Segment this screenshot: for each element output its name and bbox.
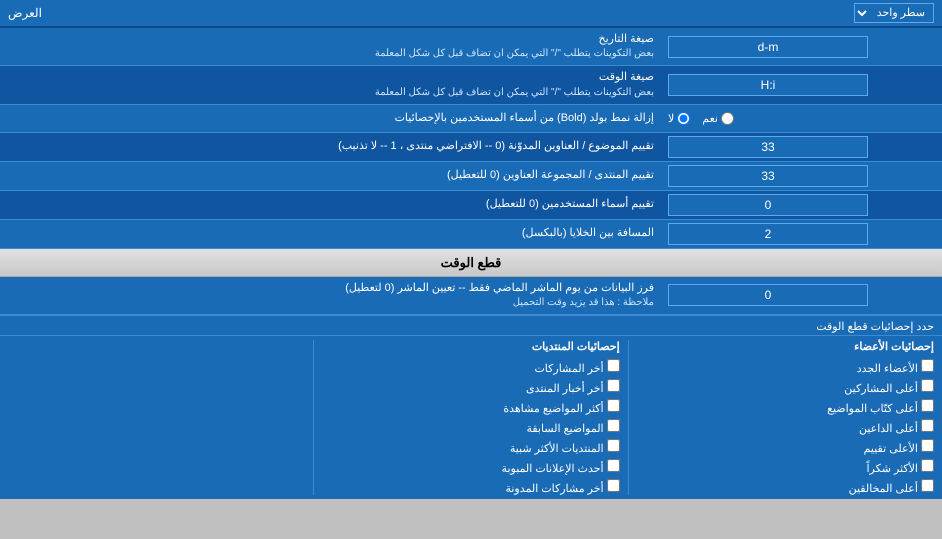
date-format-row: صيغة التاريخ بعض التكوينات يتطلب "/" الت… [0, 28, 942, 66]
spacing-input[interactable] [668, 223, 868, 245]
cb-new-members[interactable] [921, 359, 934, 372]
checkbox-most-viewed: أكثر المواضيع مشاهدة [322, 399, 619, 415]
topic-titles-label: تقييم الموضوع / العناوين المدوّنة (0 -- … [8, 139, 654, 154]
cb-latest-topics[interactable] [607, 419, 620, 432]
radio-yes-label: نعم [702, 112, 734, 125]
time-cut-label: فرز البيانات من يوم الماشر الماضي فقط --… [8, 281, 654, 296]
radio-no[interactable] [677, 112, 690, 125]
spacing-input-cell [662, 220, 942, 248]
remove-bold-row: نعم لا إزالة نمط بولد (Bold) من أسماء ال… [0, 105, 942, 133]
checkbox-top-givers: أعلى الداعين [637, 419, 934, 435]
spacing-label-cell: المسافة بين الخلايا (بالبكسل) [0, 222, 662, 245]
forum-group-label: تقييم المنتدى / المجموعة العناوين (0 للت… [8, 168, 654, 183]
usernames-label-cell: تقييم أسماء المستخدمين (0 للتعطيل) [0, 193, 662, 216]
col-divider-2 [313, 340, 314, 495]
date-format-input-cell [662, 33, 942, 61]
time-format-sublabel: بعض التكوينات يتطلب "/" التي يمكن ان تضا… [8, 86, 654, 100]
spacing-label: المسافة بين الخلايا (بالبكسل) [8, 226, 654, 241]
col2-header: إحصائيات المنتديات [322, 340, 619, 353]
time-cut-row: فرز البيانات من يوم الماشر الماضي فقط --… [0, 277, 942, 315]
top-row: سطر واحدسطرينثلاثة أسطر العرض [0, 0, 942, 28]
checkbox-forum-news: أخر أخبار المنتدى [322, 379, 619, 395]
cb-most-viewed[interactable] [607, 399, 620, 412]
topic-titles-input-cell [662, 133, 942, 161]
usernames-input[interactable] [668, 194, 868, 216]
cb-top-writers[interactable] [921, 399, 934, 412]
cb-most-thanked[interactable] [921, 459, 934, 472]
checkbox-most-thanked: الأكثر شكراً [637, 459, 934, 475]
display-select[interactable]: سطر واحدسطرينثلاثة أسطر [854, 3, 934, 23]
forum-group-input[interactable] [668, 165, 868, 187]
date-format-input[interactable] [668, 36, 868, 58]
topic-titles-label-cell: تقييم الموضوع / العناوين المدوّنة (0 -- … [0, 135, 662, 158]
section-header: قطع الوقت [0, 249, 942, 277]
remove-bold-label: إزالة نمط بولد (Bold) من أسماء المستخدمي… [8, 111, 654, 126]
checkbox-top-writers: أعلى كتّاب المواضيع [637, 399, 934, 415]
time-cut-note: ملاحظة : هذا قد يزيد وقت التحميل [8, 296, 654, 310]
checkboxes-header-text: حدد إحصائيات قطع الوقت [816, 321, 934, 333]
checkboxes-section: حدد إحصائيات قطع الوقت إحصائيات الأعضاء … [0, 315, 942, 499]
checkbox-latest-ads: أحدث الإعلانات المبوبة [322, 459, 619, 475]
checkbox-column-right [8, 340, 305, 495]
cb-top-givers[interactable] [921, 419, 934, 432]
time-format-input[interactable] [668, 74, 868, 96]
checkbox-latest-mentions: أخر مشاركات المدونة [322, 479, 619, 495]
date-format-label-cell: صيغة التاريخ بعض التكوينات يتطلب "/" الت… [0, 28, 662, 65]
time-format-row: صيغة الوقت بعض التكوينات يتطلب "/" التي … [0, 66, 942, 104]
topic-titles-row: تقييم الموضوع / العناوين المدوّنة (0 -- … [0, 133, 942, 162]
checkbox-latest-posts: أخر المشاركات [322, 359, 619, 375]
checkbox-new-members: الأعضاء الجدد [637, 359, 934, 375]
checkboxes-grid: إحصائيات الأعضاء الأعضاء الجدد أعلى المش… [0, 336, 942, 499]
checkbox-most-similar: المنتديات الأكثر شبية [322, 439, 619, 455]
checkboxes-header: حدد إحصائيات قطع الوقت [0, 316, 942, 336]
remove-bold-label-cell: إزالة نمط بولد (Bold) من أسماء المستخدمي… [0, 107, 662, 130]
cb-latest-mentions[interactable] [607, 479, 620, 492]
time-cut-label-cell: فرز البيانات من يوم الماشر الماضي فقط --… [0, 277, 662, 314]
cb-latest-ads[interactable] [607, 459, 620, 472]
cb-top-posters[interactable] [921, 379, 934, 392]
checkbox-top-rated: الأعلى تقييم [637, 439, 934, 455]
checkbox-top-posters: أعلى المشاركين [637, 379, 934, 395]
checkbox-top-visitors: أعلى المخالقين [637, 479, 934, 495]
col3-header: إحصائيات الأعضاء [637, 340, 934, 353]
forum-group-input-cell [662, 162, 942, 190]
checkbox-column-forums: إحصائيات المنتديات أخر المشاركات أخر أخب… [322, 340, 619, 495]
cb-forum-news[interactable] [607, 379, 620, 392]
main-container: سطر واحدسطرينثلاثة أسطر العرض صيغة التار… [0, 0, 942, 499]
section-header-text: قطع الوقت [441, 255, 502, 270]
cb-latest-posts[interactable] [607, 359, 620, 372]
forum-group-label-cell: تقييم المنتدى / المجموعة العناوين (0 للت… [0, 164, 662, 187]
remove-bold-radio-group: نعم لا [668, 112, 734, 125]
checkbox-column-members: إحصائيات الأعضاء الأعضاء الجدد أعلى المش… [637, 340, 934, 495]
time-format-label-cell: صيغة الوقت بعض التكوينات يتطلب "/" التي … [0, 66, 662, 103]
time-cut-input[interactable] [668, 284, 868, 306]
forum-group-row: تقييم المنتدى / المجموعة العناوين (0 للت… [0, 162, 942, 191]
usernames-input-cell [662, 191, 942, 219]
spacing-row: المسافة بين الخلايا (بالبكسل) [0, 220, 942, 249]
time-format-input-cell [662, 71, 942, 99]
time-cut-input-cell [662, 281, 942, 309]
usernames-row: تقييم أسماء المستخدمين (0 للتعطيل) [0, 191, 942, 220]
cb-top-visitors[interactable] [921, 479, 934, 492]
time-format-label: صيغة الوقت [8, 70, 654, 85]
col-divider-1 [628, 340, 629, 495]
date-format-label: صيغة التاريخ [8, 32, 654, 47]
radio-no-label: لا [668, 112, 690, 125]
date-format-sublabel: بعض التكوينات يتطلب "/" التي يمكن ان تضا… [8, 47, 654, 61]
cb-most-similar[interactable] [607, 439, 620, 452]
cb-top-rated[interactable] [921, 439, 934, 452]
topic-titles-input[interactable] [668, 136, 868, 158]
checkbox-latest-topics: المواضيع السابقة [322, 419, 619, 435]
radio-yes[interactable] [721, 112, 734, 125]
remove-bold-input-cell: نعم لا [662, 109, 942, 128]
usernames-label: تقييم أسماء المستخدمين (0 للتعطيل) [8, 197, 654, 212]
display-label: العرض [8, 6, 42, 20]
